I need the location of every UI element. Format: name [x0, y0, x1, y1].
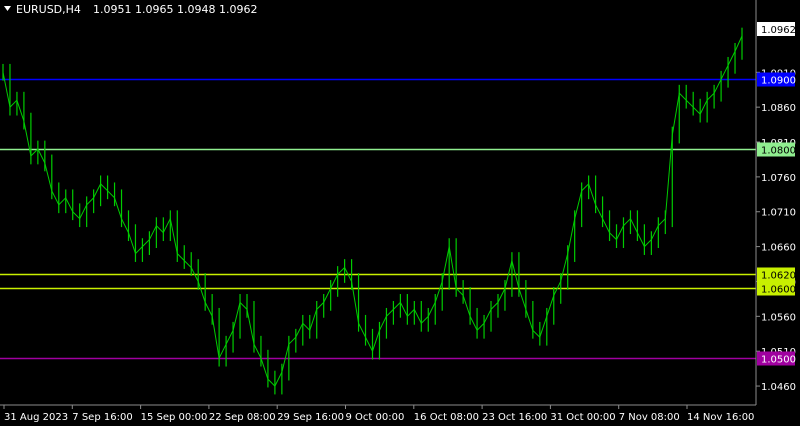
x-tick-label-7: 23 Oct 16:00 — [482, 412, 547, 423]
y-tick-label-2: 1.0860 — [761, 103, 796, 114]
ohlc-readout: 1.0951 1.0965 1.0948 1.0962 — [93, 3, 257, 16]
current-price-marker: 1.0962 — [757, 22, 796, 36]
level-label-0: 1.0900 — [761, 76, 796, 87]
level-label-2: 1.0620 — [761, 271, 796, 282]
y-tick-label-8: 1.0560 — [761, 312, 796, 323]
y-tick-label-10: 1.0460 — [761, 382, 796, 393]
price-chart[interactable]: EURUSD,H4 1.0951 1.0965 1.0948 1.0962 1.… — [0, 0, 800, 426]
x-tick-label-9: 7 Nov 08:00 — [619, 412, 680, 423]
x-tick-label-3: 22 Sep 08:00 — [209, 412, 276, 423]
level-label-3: 1.0600 — [761, 285, 796, 296]
level-label-4: 1.0500 — [761, 355, 796, 366]
y-tick-label-5: 1.0710 — [761, 208, 796, 219]
x-tick-label-10: 14 Nov 16:00 — [687, 412, 754, 423]
x-tick-label-4: 29 Sep 16:00 — [277, 412, 344, 423]
y-tick-label-6: 1.0660 — [761, 243, 796, 254]
x-tick-label-0: 31 Aug 2023 — [4, 412, 68, 423]
x-tick-label-1: 7 Sep 16:00 — [72, 412, 132, 423]
x-tick-label-2: 15 Sep 00:00 — [141, 412, 208, 423]
current-price-label: 1.0962 — [761, 25, 796, 36]
level-label-1: 1.0800 — [761, 146, 796, 157]
symbol-label: EURUSD,H4 — [16, 3, 81, 16]
x-tick-label-8: 31 Oct 00:00 — [550, 412, 615, 423]
y-tick-label-4: 1.0760 — [761, 173, 796, 184]
x-tick-label-6: 16 Oct 08:00 — [414, 412, 479, 423]
x-tick-label-5: 9 Oct 00:00 — [346, 412, 405, 423]
